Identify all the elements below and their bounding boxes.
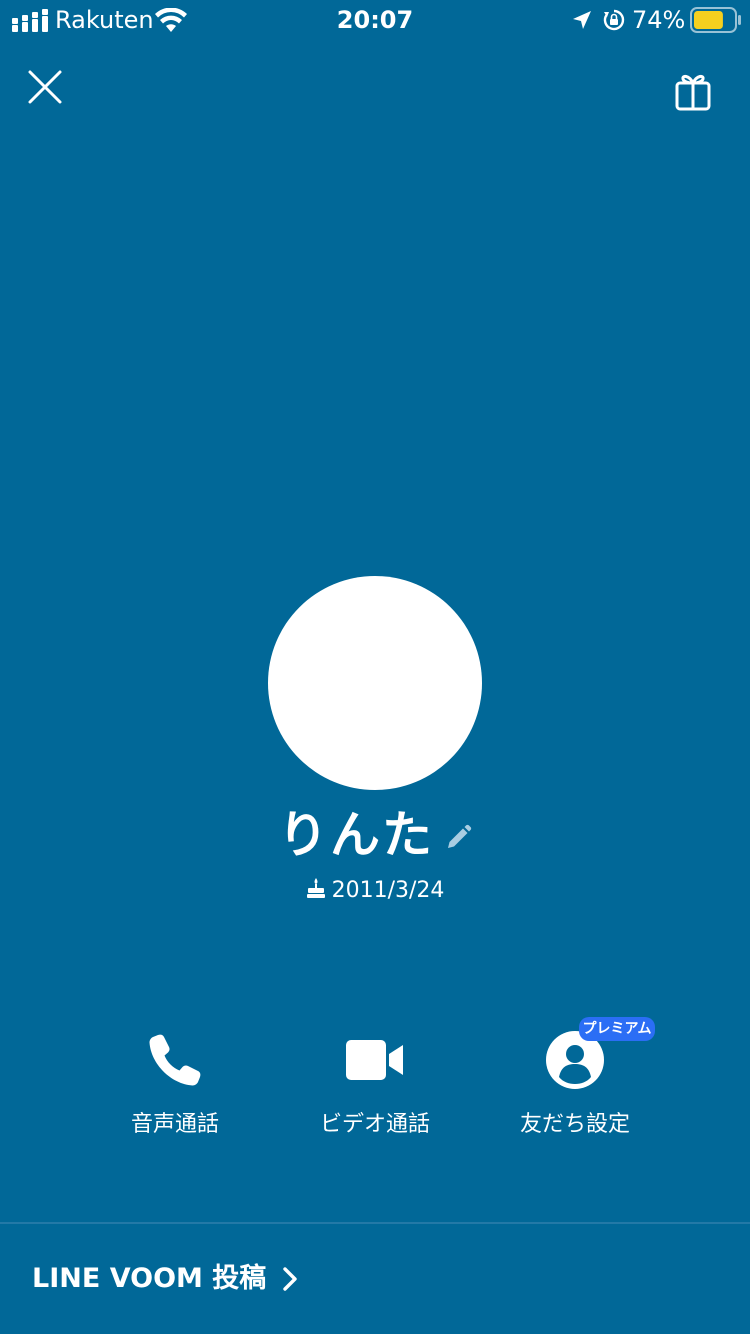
video-call-button[interactable]: ビデオ通話 xyxy=(275,1028,475,1148)
friend-settings-button[interactable]: 友だち設定 xyxy=(475,1028,675,1148)
close-icon[interactable] xyxy=(24,66,66,108)
gift-icon[interactable] xyxy=(670,70,716,114)
friend-settings-label: 友だち設定 xyxy=(519,1112,630,1137)
profile-name-row: りんた xyxy=(0,800,750,870)
voice-call-label: 音声通話 xyxy=(130,1112,219,1137)
birthday-row: 2011/3/24 xyxy=(0,874,750,908)
profile-name: りんた xyxy=(278,806,434,864)
battery-percent: 74% xyxy=(632,6,686,34)
video-call-label: ビデオ通話 xyxy=(319,1112,430,1137)
cake-icon xyxy=(306,878,325,898)
line-voom-posts-link[interactable]: LINE VOOM 投稿 xyxy=(32,1256,300,1302)
phone-icon xyxy=(149,1034,201,1086)
divider xyxy=(0,1222,750,1224)
voice-call-button[interactable]: 音声通話 xyxy=(75,1028,275,1148)
battery-icon xyxy=(690,7,741,33)
chevron-right-icon xyxy=(283,1267,297,1291)
birthday-text: 2011/3/24 xyxy=(331,878,445,903)
rotation-lock-icon xyxy=(603,9,625,31)
location-arrow-icon xyxy=(573,11,591,29)
avatar[interactable] xyxy=(268,576,482,790)
line-voom-label: LINE VOOM 投稿 xyxy=(32,1263,267,1294)
pencil-icon[interactable] xyxy=(444,824,472,852)
video-camera-icon xyxy=(346,1040,403,1080)
premium-badge: プレミアム xyxy=(579,1017,655,1041)
status-bar: Rakuten 20:07 74% xyxy=(0,0,750,40)
